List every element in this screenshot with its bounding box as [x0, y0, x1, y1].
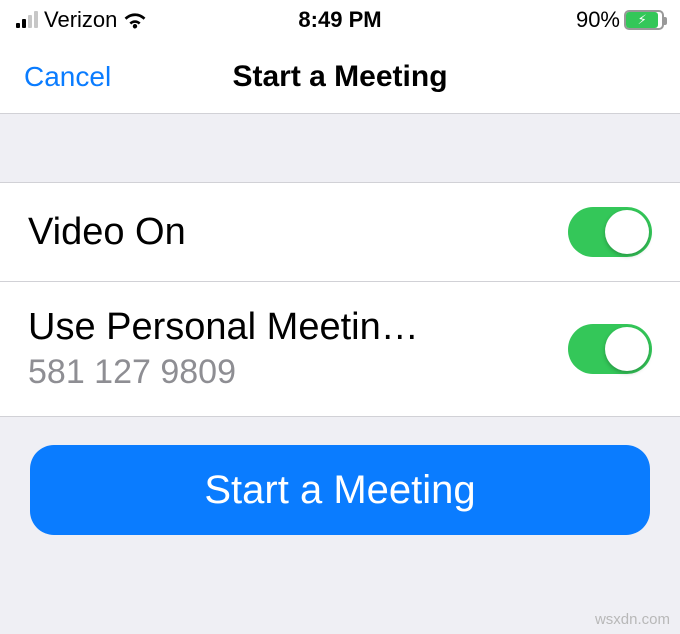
battery-percent: 90% — [576, 7, 620, 33]
row-use-pmi: Use Personal Meetin… 581 127 9809 — [0, 282, 680, 416]
carrier-label: Verizon — [44, 7, 117, 33]
pmi-number: 581 127 9809 — [28, 353, 552, 392]
action-area: Start a Meeting — [0, 417, 680, 563]
section-gap — [0, 114, 680, 182]
cancel-button[interactable]: Cancel — [24, 61, 111, 93]
status-time: 8:49 PM — [298, 7, 381, 33]
use-pmi-toggle[interactable] — [568, 324, 652, 374]
page-title: Start a Meeting — [232, 60, 447, 94]
charging-bolt-icon: ⚡︎ — [638, 12, 647, 28]
nav-bar: Cancel Start a Meeting — [0, 40, 680, 114]
toggle-knob — [605, 327, 649, 371]
start-meeting-button[interactable]: Start a Meeting — [30, 445, 650, 535]
toggle-knob — [605, 210, 649, 254]
wifi-icon — [123, 11, 147, 29]
video-on-label: Video On — [28, 211, 552, 254]
cellular-signal-icon — [16, 12, 38, 28]
attribution-label: wsxdn.com — [595, 611, 670, 628]
status-right: 90% ⚡︎ — [576, 7, 664, 33]
status-left: Verizon — [16, 7, 147, 33]
status-bar: Verizon 8:49 PM 90% ⚡︎ — [0, 0, 680, 40]
battery-icon: ⚡︎ — [624, 10, 664, 30]
use-pmi-label: Use Personal Meetin… — [28, 306, 552, 349]
settings-list: Video On Use Personal Meetin… 581 127 98… — [0, 182, 680, 417]
row-video-on: Video On — [0, 183, 680, 282]
video-on-toggle[interactable] — [568, 207, 652, 257]
